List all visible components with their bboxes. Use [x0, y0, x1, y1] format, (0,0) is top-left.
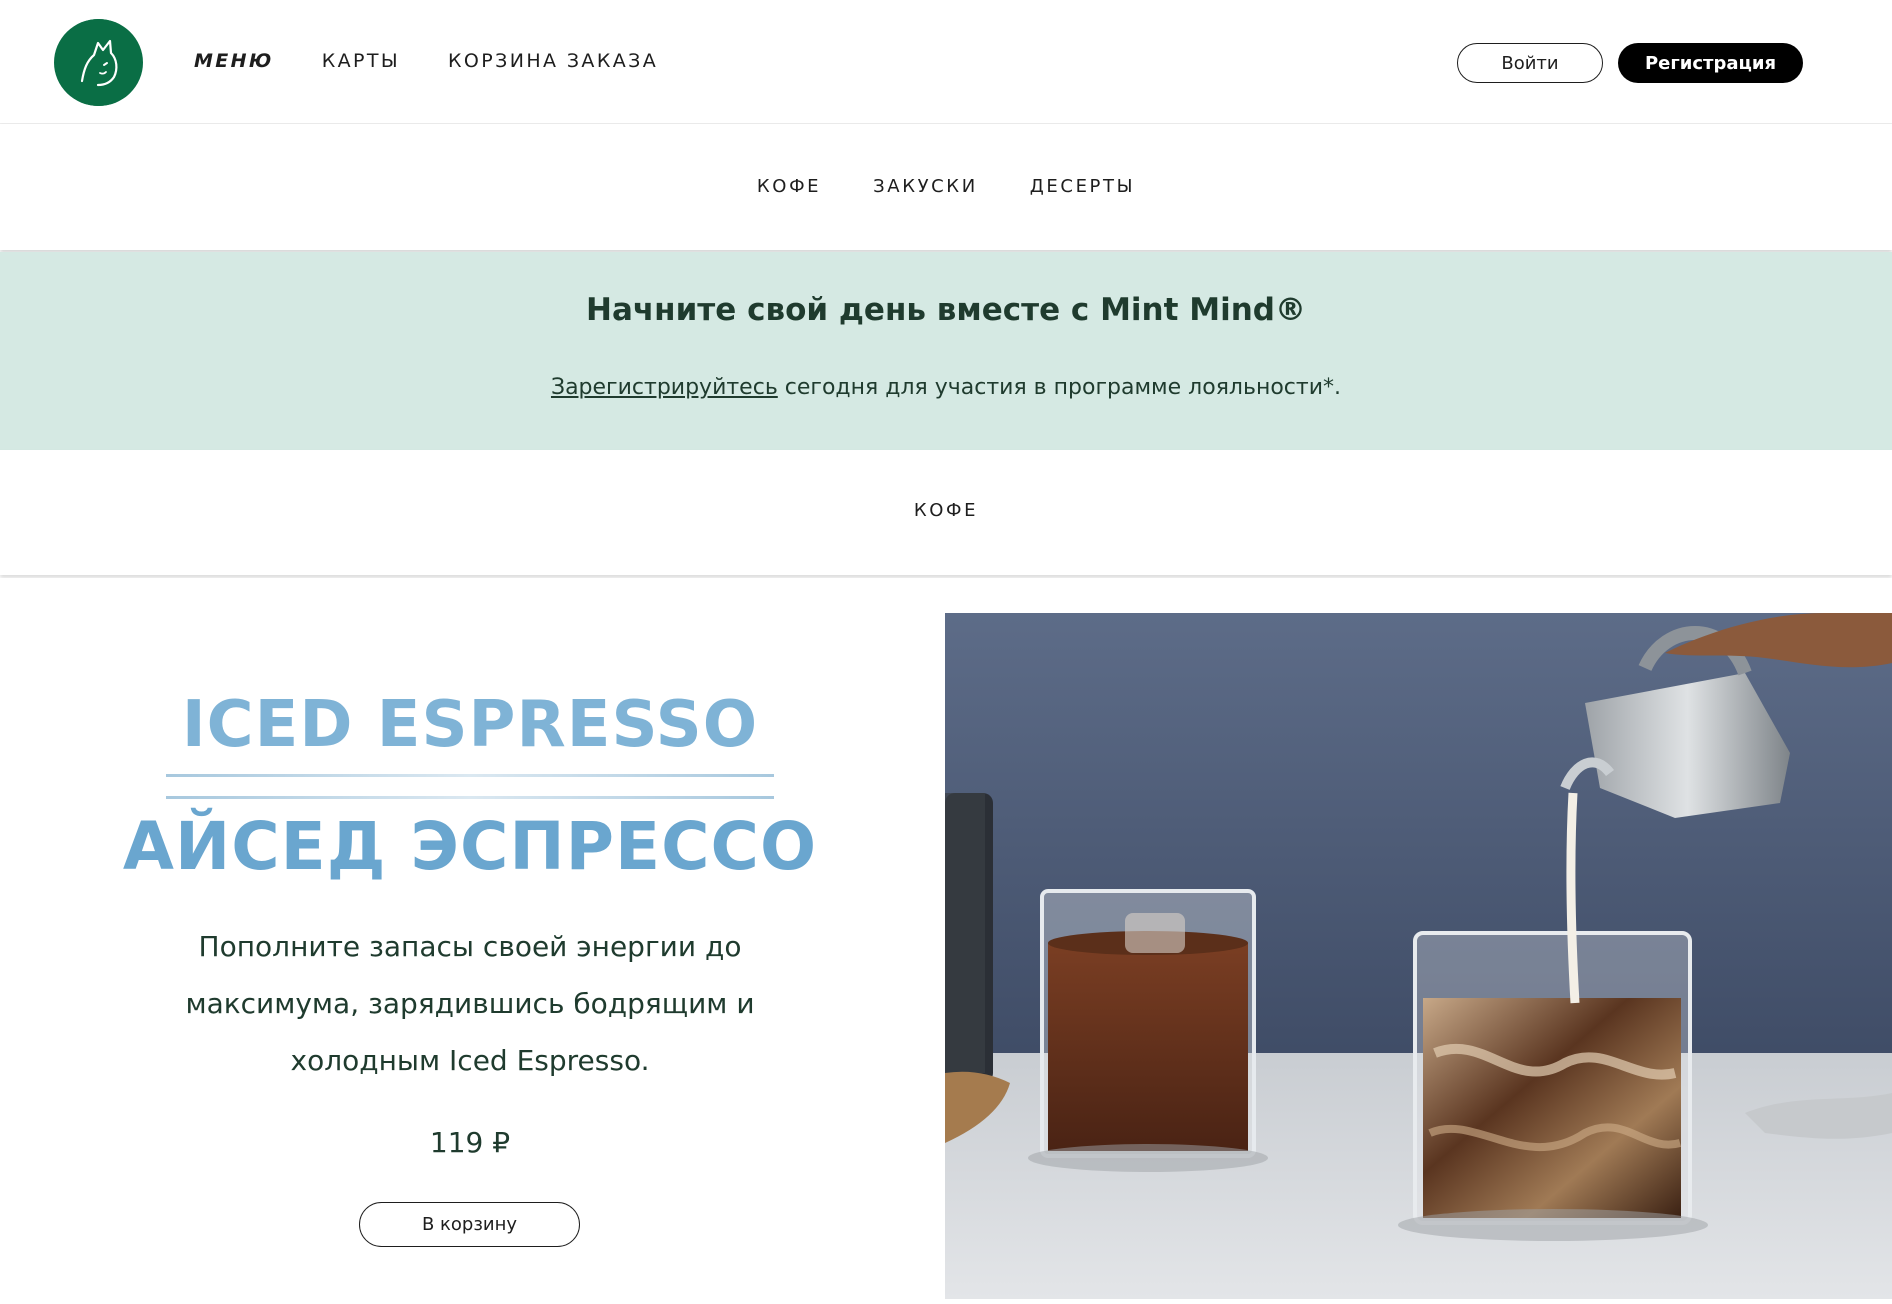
register-link[interactable]: Зарегистрируйтесь	[551, 375, 778, 400]
banner-text: Зарегистрируйтесь сегодня для участия в …	[0, 375, 1892, 400]
category-coffee[interactable]: КОФЕ	[757, 176, 821, 197]
category-nav: КОФЕ ЗАКУСКИ ДЕСЕРТЫ	[0, 124, 1892, 250]
product-title-ru: АЙСЕД ЭСПРЕССО	[122, 808, 818, 885]
section-title: КОФЕ	[913, 500, 979, 521]
section-header: КОФЕ	[0, 450, 1892, 575]
register-button[interactable]: Регистрация	[1618, 43, 1803, 83]
product-description: Пополните запасы своей энергии до максим…	[185, 930, 755, 1077]
nav-item-cart[interactable]: КОРЗИНА ЗАКАЗА	[448, 50, 658, 72]
login-button[interactable]: Войти	[1457, 43, 1603, 83]
category-desserts[interactable]: ДЕСЕРТЫ	[1030, 176, 1135, 197]
add-to-cart-button[interactable]: В корзину	[359, 1202, 580, 1247]
nav-item-cards[interactable]: КАРТЫ	[322, 50, 400, 72]
nav-item-menu[interactable]: МЕНЮ	[194, 50, 274, 72]
product-card: ICED ESPRESSO АЙСЕД ЭСПРЕССО Пополните з…	[0, 578, 1892, 1304]
loyalty-banner: Начните свой день вместе с Mint Mind® За…	[0, 252, 1892, 450]
title-divider	[166, 796, 774, 799]
banner-text-rest: сегодня для участия в программе лояльнос…	[777, 375, 1342, 400]
category-snacks[interactable]: ЗАКУСКИ	[873, 176, 978, 197]
iced-espresso-photo	[945, 613, 1892, 1299]
top-header: МЕНЮ КАРТЫ КОРЗИНА ЗАКАЗА Войти Регистра…	[0, 0, 1892, 124]
banner-title: Начните свой день вместе с Mint Mind®	[586, 292, 1306, 328]
title-divider	[166, 774, 774, 777]
product-price: 119 ₽	[429, 1126, 511, 1159]
main-nav: МЕНЮ КАРТЫ КОРЗИНА ЗАКАЗА	[194, 50, 706, 72]
product-title-en: ICED ESPRESSO	[181, 688, 759, 762]
logo-icon[interactable]	[54, 19, 143, 106]
